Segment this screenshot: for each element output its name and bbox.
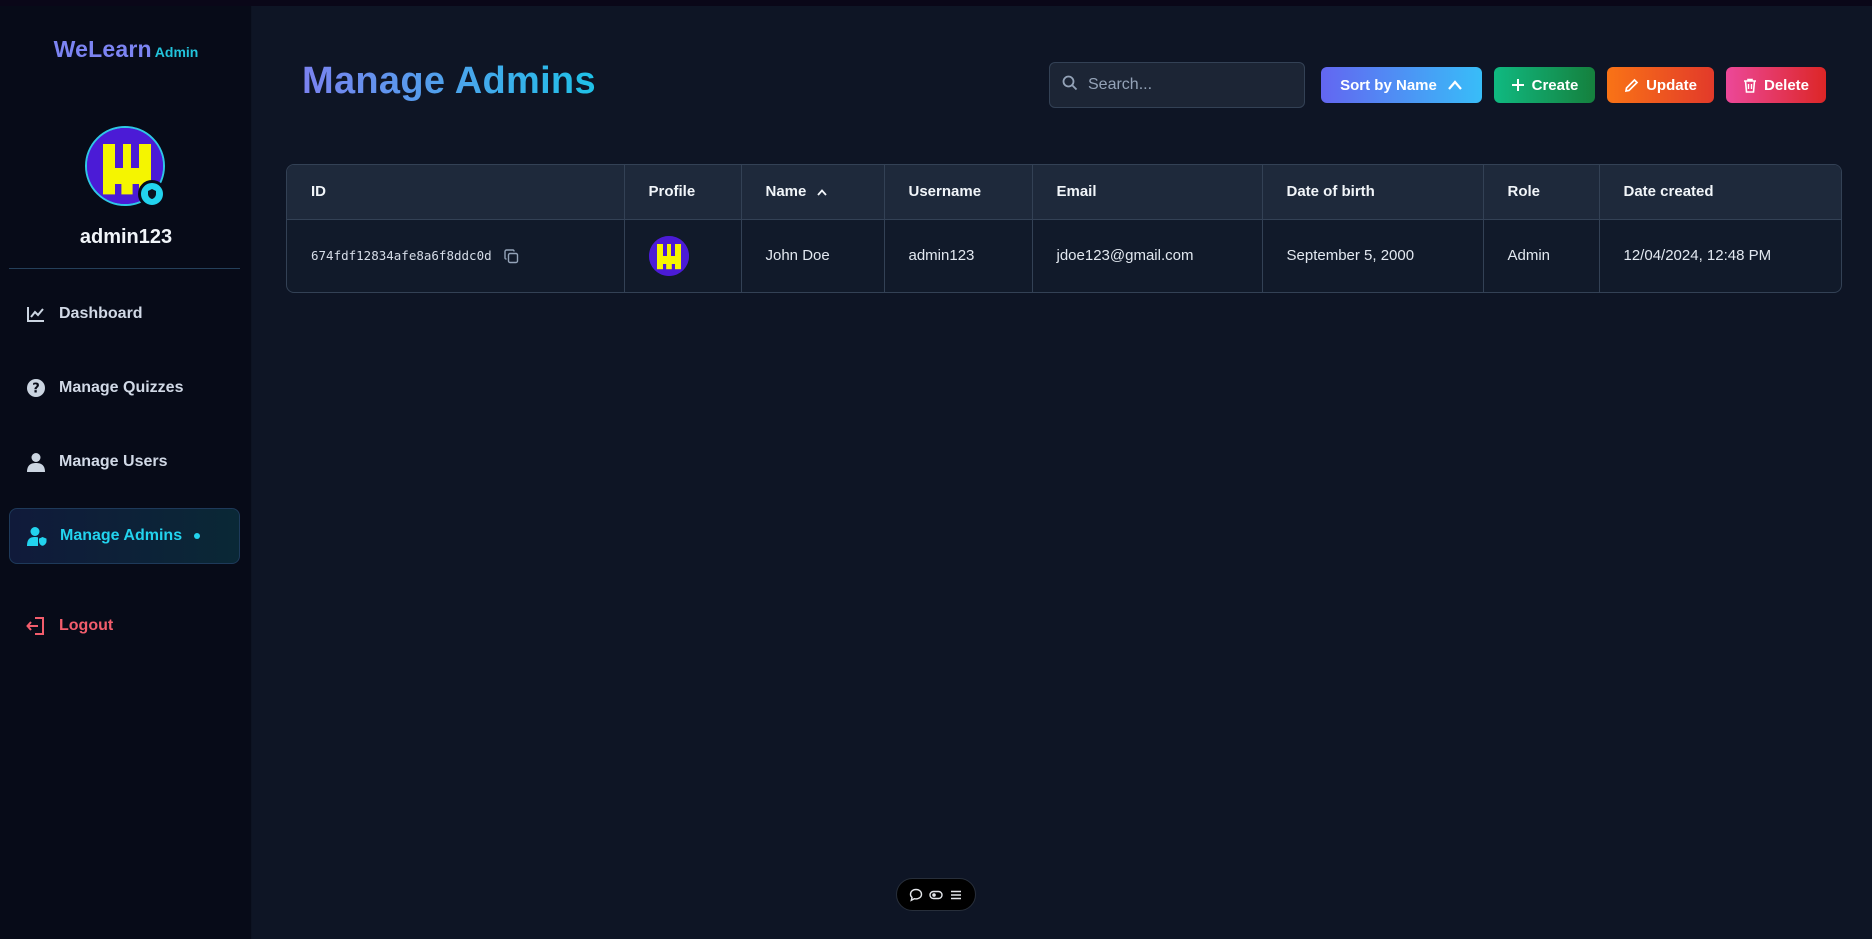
search-input[interactable] bbox=[1088, 76, 1288, 94]
delete-label: Delete bbox=[1763, 76, 1810, 94]
brand-logo[interactable]: WeLearn Admin bbox=[0, 36, 252, 63]
column-header-id[interactable]: ID bbox=[287, 165, 625, 220]
username: admin123 bbox=[79, 226, 173, 248]
pencil-icon bbox=[1624, 78, 1639, 93]
sidebar-item-manage-admins[interactable]: Manage Admins bbox=[9, 508, 240, 564]
column-header-date-of-birth[interactable]: Date of birth bbox=[1262, 165, 1484, 220]
top-strip bbox=[0, 0, 1872, 6]
question-circle-icon: ? bbox=[25, 377, 47, 399]
table-header-row: ID Profile Name Username Email Date of b… bbox=[287, 165, 1841, 220]
cell-name: John Doe bbox=[741, 219, 885, 292]
brand-name: WeLearn bbox=[53, 36, 152, 62]
cell-profile bbox=[624, 219, 742, 292]
svg-text:?: ? bbox=[32, 382, 40, 397]
logout-button[interactable]: Logout bbox=[9, 598, 240, 654]
sidebar-item-label: Manage Quizzes bbox=[59, 379, 184, 396]
chevron-up-icon bbox=[1447, 79, 1463, 91]
admins-table: ID Profile Name Username Email Date of b… bbox=[286, 164, 1842, 293]
create-label: Create bbox=[1531, 76, 1579, 94]
sidebar-item-label: Dashboard bbox=[59, 305, 143, 322]
sidebar-item-dashboard[interactable]: Dashboard bbox=[9, 286, 240, 342]
pixel-avatar-icon bbox=[648, 235, 689, 276]
toggle-icon[interactable] bbox=[929, 888, 943, 902]
cell-id: 674fdf12834afe8a6f8ddc0d bbox=[287, 219, 625, 292]
column-header-email[interactable]: Email bbox=[1032, 165, 1263, 220]
sidebar-item-manage-quizzes[interactable]: ? Manage Quizzes bbox=[9, 360, 240, 416]
user-icon bbox=[25, 451, 47, 473]
chart-line-icon bbox=[25, 303, 47, 325]
cell-date-created: 12/04/2024, 12:48 PM bbox=[1623, 247, 1772, 265]
sort-label: Sort by Name bbox=[1340, 76, 1437, 94]
page-title: Manage Admins bbox=[302, 60, 596, 102]
column-header-role[interactable]: Role bbox=[1483, 165, 1600, 220]
update-label: Update bbox=[1646, 76, 1697, 94]
sidebar: WeLearn Admin admin123 Dashboard ? Manage… bbox=[0, 6, 252, 939]
sidebar-item-manage-users[interactable]: Manage Users bbox=[9, 434, 240, 490]
sort-by-name-button[interactable]: Sort by Name bbox=[1321, 67, 1482, 103]
column-header-name-label: Name bbox=[765, 183, 807, 201]
column-header-username[interactable]: Username bbox=[884, 165, 1033, 220]
logout-icon bbox=[25, 615, 47, 637]
trash-icon bbox=[1743, 78, 1757, 93]
column-header-name[interactable]: Name bbox=[741, 165, 885, 220]
cell-role: Admin bbox=[1483, 219, 1600, 292]
sidebar-item-label: Manage Users bbox=[59, 453, 168, 470]
search-box[interactable] bbox=[1049, 62, 1305, 108]
cell-email: jdoe123@gmail.com bbox=[1032, 219, 1263, 292]
comment-icon[interactable] bbox=[909, 888, 923, 902]
sidebar-item-label: Manage Admins bbox=[60, 527, 183, 544]
floating-toolbar bbox=[896, 878, 976, 911]
brand-tag: Admin bbox=[154, 44, 199, 60]
active-indicator bbox=[194, 533, 201, 539]
admin-badge-icon bbox=[138, 180, 166, 208]
create-button[interactable]: Create bbox=[1494, 67, 1595, 103]
search-icon bbox=[1062, 75, 1078, 96]
update-button[interactable]: Update bbox=[1607, 67, 1714, 103]
row-avatar bbox=[648, 235, 689, 276]
table-row[interactable]: 674fdf12834afe8a6f8ddc0d John Doe admin1… bbox=[287, 219, 1841, 292]
delete-button[interactable]: Delete bbox=[1726, 67, 1826, 103]
sidebar-divider bbox=[9, 268, 240, 269]
menu-icon[interactable] bbox=[949, 888, 963, 902]
column-header-profile[interactable]: Profile bbox=[624, 165, 742, 220]
copy-icon[interactable] bbox=[503, 249, 519, 264]
cell-username: admin123 bbox=[884, 219, 1033, 292]
logout-label: Logout bbox=[59, 617, 114, 634]
admin-id: 674fdf12834afe8a6f8ddc0d bbox=[311, 248, 492, 264]
cell-date-of-birth: September 5, 2000 bbox=[1262, 219, 1484, 292]
user-shield-icon bbox=[26, 525, 48, 547]
sort-asc-icon bbox=[816, 188, 828, 197]
column-header-date-created[interactable]: Date created bbox=[1599, 165, 1841, 220]
plus-icon bbox=[1511, 78, 1525, 92]
